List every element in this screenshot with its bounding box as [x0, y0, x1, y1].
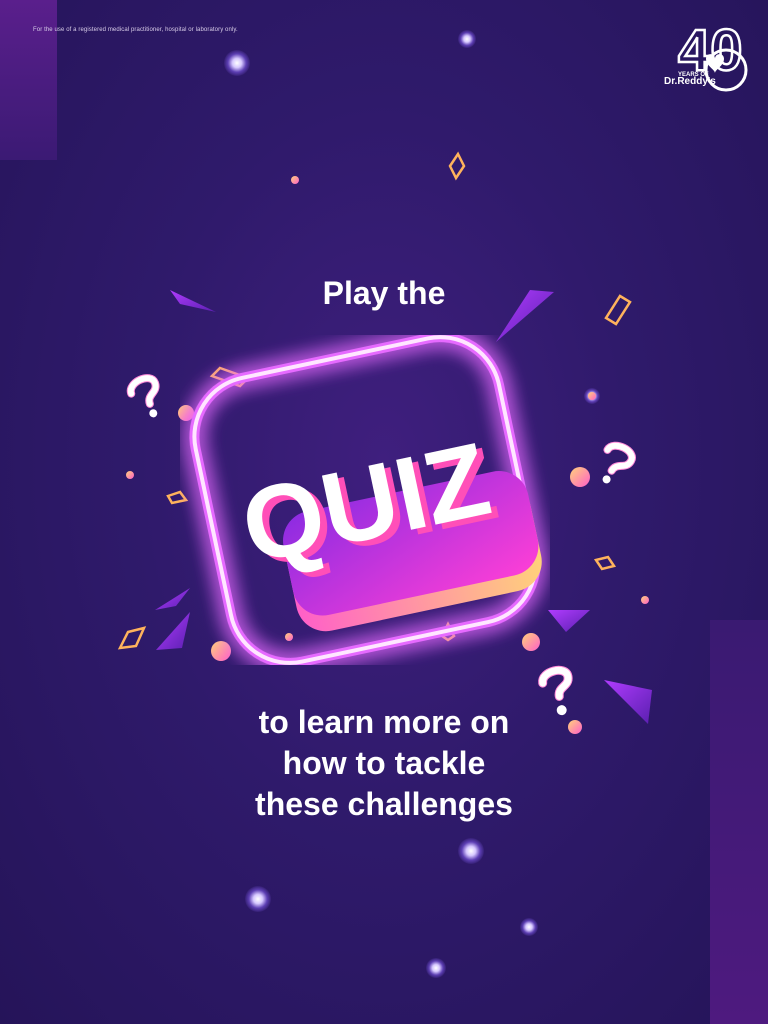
diamond-confetti-icon: [593, 555, 617, 571]
headline-bottom-line: these challenges: [255, 786, 513, 822]
orb-icon: [126, 471, 134, 479]
headline-bottom: to learn more on how to tackle these cha…: [0, 702, 768, 825]
headline-bottom-line: how to tackle: [282, 745, 486, 781]
orb-icon: [588, 392, 596, 400]
question-mark-icon: [602, 441, 636, 484]
diamond-confetti-icon: [117, 626, 147, 650]
triangle-shard-icon: [548, 610, 590, 632]
question-mark-icon: [126, 374, 160, 418]
orb-icon: [641, 596, 649, 604]
orb-icon: [291, 176, 299, 184]
diamond-confetti-icon: [604, 294, 632, 326]
orb-icon: [570, 467, 590, 487]
diamond-confetti-icon: [448, 151, 466, 181]
headline-bottom-line: to learn more on: [258, 704, 510, 740]
quiz-neon-sign: QUIZ QUIZ: [180, 332, 550, 668]
triangle-shard-icon: [170, 290, 216, 312]
